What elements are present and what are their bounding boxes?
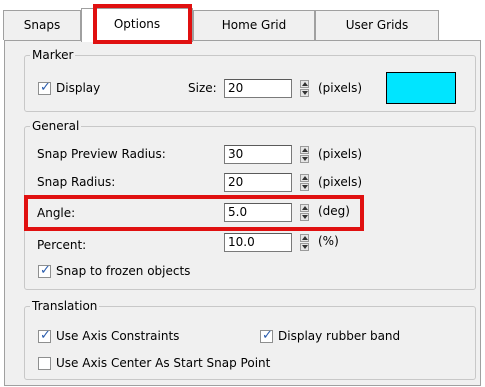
check-icon: ✓ <box>40 80 51 95</box>
axis-center-label: Use Axis Center As Start Snap Point <box>56 356 271 370</box>
percent-label: Percent: <box>37 238 87 252</box>
spin-down-icon[interactable] <box>300 155 309 163</box>
snap-preview-radius-label: Snap Preview Radius: <box>37 147 166 161</box>
use-axis-constraints-label: Use Axis Constraints <box>56 329 180 343</box>
tab-snaps-label: Snaps <box>23 18 61 32</box>
use-axis-constraints-checkbox[interactable]: ✓ <box>38 328 51 343</box>
angle-row-highlight <box>24 195 364 231</box>
size-input[interactable]: 20 <box>224 79 292 98</box>
size-spinner[interactable] <box>300 80 309 97</box>
spin-up-icon[interactable] <box>300 174 309 182</box>
check-icon: ✓ <box>40 328 51 343</box>
axis-center-checkbox[interactable] <box>38 357 51 370</box>
snap-radius-input[interactable]: 20 <box>224 173 292 192</box>
check-icon: ✓ <box>262 328 273 343</box>
options-tab-highlight <box>93 4 192 44</box>
spin-down-icon[interactable] <box>300 243 309 251</box>
tab-user-grids[interactable]: User Grids <box>315 10 439 40</box>
display-label: Display <box>56 81 101 95</box>
snap-frozen-label: Snap to frozen objects <box>56 264 191 278</box>
snap-preview-radius-unit: (pixels) <box>318 147 363 161</box>
spin-down-icon[interactable] <box>300 89 309 97</box>
marker-color-swatch[interactable] <box>386 72 456 104</box>
marker-legend: Marker <box>30 48 76 62</box>
snap-preview-radius-spinner[interactable] <box>300 146 309 163</box>
display-checkbox[interactable]: ✓ <box>38 80 51 95</box>
percent-unit: (%) <box>318 234 339 248</box>
spin-down-icon[interactable] <box>300 183 309 191</box>
snap-radius-spinner[interactable] <box>300 174 309 191</box>
spin-up-icon[interactable] <box>300 234 309 242</box>
translation-legend: Translation <box>30 299 100 313</box>
percent-input[interactable]: 10.0 <box>224 233 292 252</box>
display-rubber-band-checkbox[interactable]: ✓ <box>260 328 273 343</box>
check-icon: ✓ <box>40 263 51 278</box>
general-legend: General <box>30 119 82 133</box>
tab-home-grid[interactable]: Home Grid <box>193 10 315 40</box>
display-rubber-band-label: Display rubber band <box>278 329 401 343</box>
spin-up-icon[interactable] <box>300 80 309 88</box>
tab-strip: Snaps Options Home Grid User Grids <box>3 0 485 42</box>
percent-spinner[interactable] <box>300 234 309 251</box>
size-label: Size: <box>188 81 217 95</box>
spin-up-icon[interactable] <box>300 146 309 154</box>
tab-snaps[interactable]: Snaps <box>3 10 81 40</box>
snap-radius-label: Snap Radius: <box>37 175 116 189</box>
snap-preview-radius-input[interactable]: 30 <box>224 145 292 164</box>
tab-home-grid-label: Home Grid <box>221 18 287 32</box>
tab-user-grids-label: User Grids <box>345 18 409 32</box>
size-unit: (pixels) <box>318 81 363 95</box>
snap-radius-unit: (pixels) <box>318 175 363 189</box>
snap-frozen-checkbox[interactable]: ✓ <box>38 263 51 278</box>
